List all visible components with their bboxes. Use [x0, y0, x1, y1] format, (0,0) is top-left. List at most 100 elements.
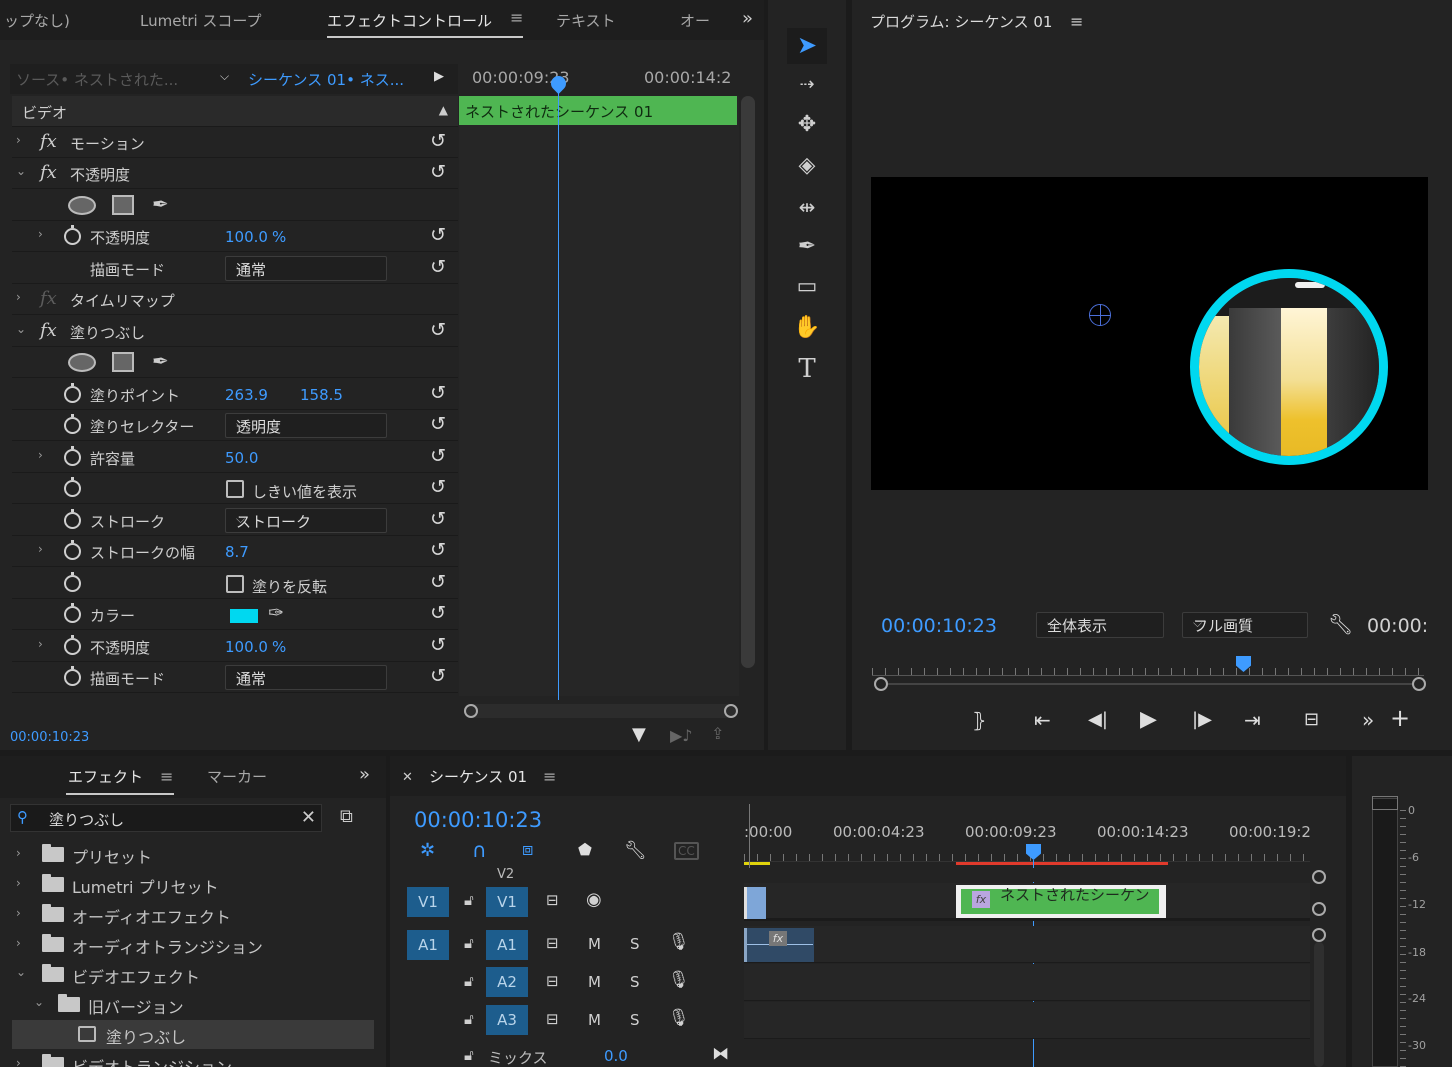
ripple-edit-tool-icon[interactable]: ✥	[790, 108, 824, 142]
zoom-handle-left[interactable]	[874, 677, 888, 691]
reset-icon[interactable]: ↺	[430, 130, 446, 152]
stroke-width-value[interactable]: 8.7	[225, 543, 249, 561]
show-threshold-checkbox[interactable]	[226, 480, 244, 498]
param-row-opacity[interactable]: › 不透明度 100.0 % ↺	[12, 221, 458, 252]
tree-item-audio-transitions[interactable]: › オーディオトランジション	[12, 930, 374, 959]
tree-item-lumetri-presets[interactable]: › Lumetri プリセット	[12, 870, 374, 899]
new-bin-icon[interactable]: ⧉	[340, 806, 353, 827]
sequence-label[interactable]: シーケンス 01• ネス...	[248, 69, 404, 90]
more-tabs-icon[interactable]: »	[359, 764, 370, 785]
track-scroll-circle[interactable]	[1312, 870, 1326, 884]
more-buttons-icon[interactable]: »	[1362, 708, 1374, 732]
scroll-handle-left[interactable]	[464, 704, 478, 718]
stopwatch-icon[interactable]	[64, 572, 81, 592]
v1-small-clip[interactable]	[744, 887, 766, 919]
program-ruler[interactable]	[872, 658, 1424, 676]
expand-chevron-icon[interactable]: ›	[38, 448, 43, 462]
track-scrollbar[interactable]	[1314, 942, 1324, 1067]
param-row-fill-point[interactable]: 塗りポイント 263.9 158.5 ↺	[12, 379, 458, 410]
add-button-icon[interactable]: +	[1390, 704, 1410, 732]
tree-item-video-transitions[interactable]: › ビデオトランジション	[12, 1050, 374, 1067]
fill-selector-dropdown[interactable]: 透明度 ⌵	[225, 413, 387, 438]
scroll-handle-right[interactable]	[724, 704, 738, 718]
quality-dropdown[interactable]: フル画質 ⌵	[1182, 612, 1308, 638]
mute-button[interactable]: M	[588, 973, 601, 991]
collapse-up-icon[interactable]: ▲	[439, 103, 448, 117]
lock-icon[interactable]: 🔓︎	[464, 1046, 474, 1064]
rectangle-tool-icon[interactable]: ▭	[790, 270, 824, 304]
clear-search-icon[interactable]: ✕	[301, 807, 316, 828]
effect-row-motion[interactable]: › fx モーション ↺	[12, 127, 458, 158]
lock-icon[interactable]: 🔓︎	[464, 972, 474, 990]
source-label[interactable]: ソース• ネストされた...	[16, 69, 178, 90]
expand-chevron-icon[interactable]: ›	[16, 133, 21, 147]
param-row-opacity-2[interactable]: › 不透明度 100.0 % ↺	[12, 631, 458, 662]
fill-opacity-value[interactable]: 100.0	[225, 638, 268, 656]
mix-value[interactable]: 0.0	[604, 1047, 628, 1065]
pen-tool-icon[interactable]: ✒	[790, 230, 824, 264]
reset-icon[interactable]: ↺	[430, 224, 446, 246]
reset-icon[interactable]: ↺	[430, 665, 446, 687]
zoom-scrollbar[interactable]	[874, 677, 1426, 691]
sync-lock-icon[interactable]: ⊟	[546, 891, 559, 909]
solo-button[interactable]: S	[630, 1011, 640, 1029]
step-back-icon[interactable]: ◀︎|	[1088, 709, 1108, 730]
ec-horizontal-scrollbar[interactable]	[464, 704, 738, 718]
stopwatch-icon[interactable]	[64, 446, 81, 466]
eyedropper-icon[interactable]: ✑	[268, 602, 284, 624]
expand-chevron-icon[interactable]: ›	[16, 876, 21, 890]
fx-badge[interactable]: fx	[972, 891, 990, 908]
tab-audio[interactable]: オー	[680, 10, 710, 31]
filter-icon[interactable]: ▼	[632, 724, 646, 745]
fit-dropdown[interactable]: 全体表示 ⌵	[1036, 612, 1164, 638]
tab-menu-icon[interactable]: ≡	[510, 8, 523, 27]
eye-icon[interactable]: ◉	[586, 889, 602, 910]
param-row-fill-selector[interactable]: 塗りセレクター 透明度 ⌵ ↺	[12, 410, 458, 441]
reset-icon[interactable]: ↺	[430, 413, 446, 435]
effects-search-box[interactable]: ⚲ 塗りつぶし ✕	[10, 804, 322, 832]
v1-track-target[interactable]: V1	[486, 887, 528, 917]
lock-icon[interactable]: 🔓︎	[464, 1010, 474, 1028]
more-tabs-icon[interactable]: »	[742, 8, 753, 29]
tree-item-video-effects[interactable]: ⌄ ビデオエフェクト	[12, 960, 374, 989]
fill-point-y[interactable]: 158.5	[300, 386, 343, 404]
tab-clip[interactable]: ップなし)	[4, 10, 70, 31]
expand-chevron-icon[interactable]: ›	[16, 290, 21, 304]
go-to-in-icon[interactable]: ⇤	[1034, 708, 1051, 732]
tab-markers[interactable]: マーカー	[207, 766, 267, 787]
search-value[interactable]: 塗りつぶし	[49, 809, 124, 830]
export-icon[interactable]: ⇪	[711, 724, 724, 743]
close-tab-icon[interactable]: ✕	[402, 770, 413, 785]
selection-tool-icon[interactable]: ➤	[790, 28, 824, 62]
fill-blend-mode-dropdown[interactable]: 通常 ⌵	[225, 665, 387, 690]
expand-chevron-icon[interactable]: ›	[38, 542, 43, 556]
timeline-settings-icon[interactable]: 🔧︎	[624, 840, 647, 861]
fx-icon[interactable]: fx	[40, 320, 57, 341]
audio-only-icon[interactable]: ▶♪	[670, 726, 693, 745]
param-row-blend-mode[interactable]: 描画モード 通常 ⌵ ↺	[12, 253, 458, 284]
stopwatch-icon[interactable]	[64, 509, 81, 529]
effect-row-time-remap[interactable]: › fx タイムリマップ	[12, 284, 458, 315]
microphone-icon[interactable]: 🎙︎	[668, 970, 690, 990]
solo-button[interactable]: S	[630, 973, 640, 991]
stopwatch-icon[interactable]	[64, 477, 81, 497]
opacity-value[interactable]: 100.0	[225, 228, 268, 246]
reset-icon[interactable]: ↺	[430, 602, 446, 624]
expand-chevron-icon[interactable]: ›	[16, 906, 21, 920]
hand-tool-icon[interactable]: ✋	[790, 311, 824, 345]
stopwatch-icon[interactable]	[64, 540, 81, 560]
snap-magnet-icon[interactable]: ∩	[472, 838, 487, 862]
param-row-color[interactable]: カラー ✑ ↺	[12, 599, 458, 630]
mute-button[interactable]: M	[588, 935, 601, 953]
sync-lock-icon[interactable]: ⊟	[546, 1010, 559, 1028]
tolerance-value[interactable]: 50.0	[225, 449, 258, 467]
stopwatch-icon[interactable]	[64, 666, 81, 686]
a3-track-target[interactable]: A3	[486, 1005, 528, 1035]
fill-point-x[interactable]: 263.9	[225, 386, 268, 404]
sync-lock-icon[interactable]: ⊟	[546, 934, 559, 952]
tab-menu-icon[interactable]: ≡	[160, 767, 173, 786]
slip-tool-icon[interactable]: ⇹	[790, 190, 824, 224]
reset-icon[interactable]: ↺	[430, 445, 446, 467]
play-icon[interactable]: ▶	[1140, 707, 1157, 732]
type-tool-icon[interactable]: T	[790, 352, 824, 386]
